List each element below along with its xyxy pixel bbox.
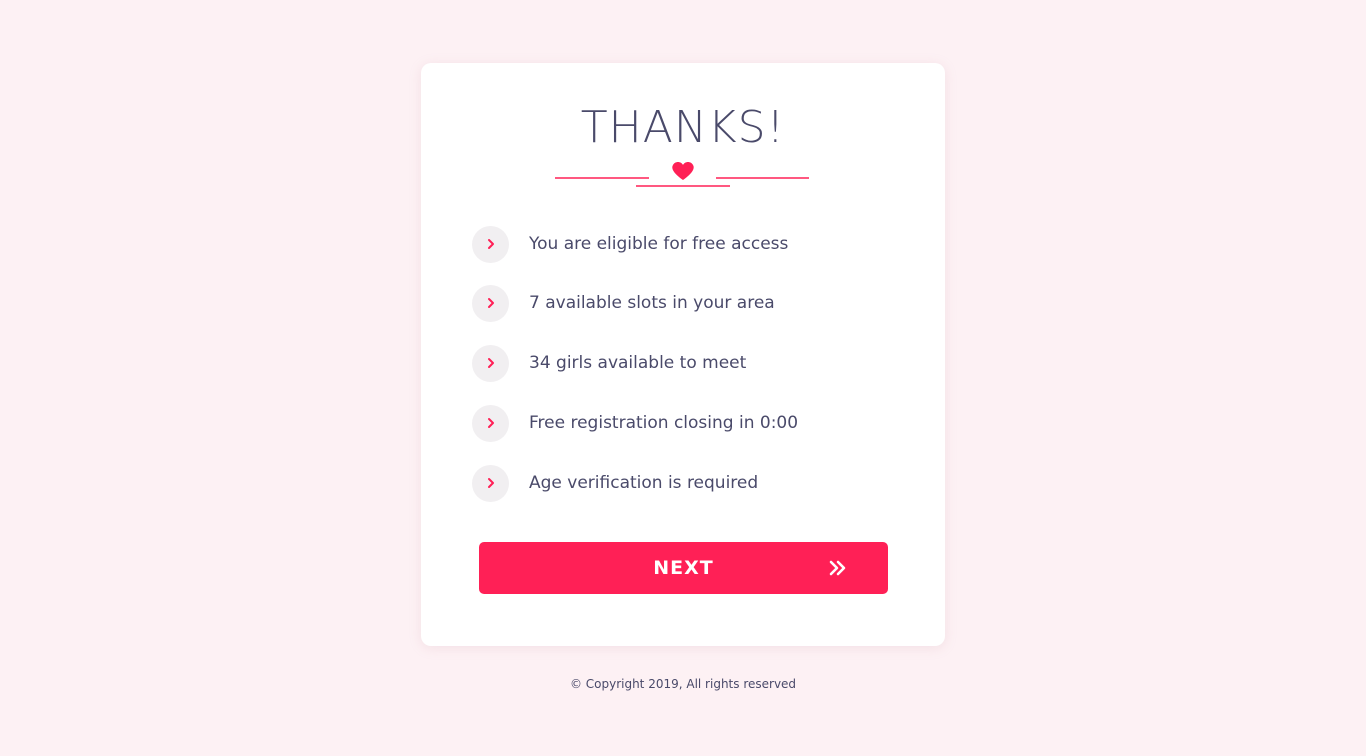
chevron-right-icon [472,464,509,502]
list-item-text: 34 girls available to meet [529,353,747,373]
list-item-text: Free registration closing in 0:00 [529,413,799,433]
page-title: THANKS! [580,102,786,153]
chevron-right-icon [472,225,509,263]
heart-icon [672,162,694,180]
list-item: You are eligible for free access [472,225,892,263]
double-chevron-right-icon [829,560,846,576]
list-item-text: 7 available slots in your area [529,293,775,313]
list-item: Age verification is required [472,464,892,502]
next-button[interactable]: NEXT [479,542,888,594]
heart-divider [555,162,809,187]
list-item: 34 girls available to meet [472,344,892,382]
chevron-right-icon [472,284,509,322]
chevron-right-icon [472,404,509,442]
list-item-text: Age verification is required [529,473,759,493]
list-item-text: You are eligible for free access [529,234,789,254]
next-button-label: NEXT [653,557,714,579]
chevron-right-icon [472,344,509,382]
list-item: Free registration closing in 0:00 [472,404,892,442]
copyright-text: © Copyright 2019, All rights reserved [569,677,797,691]
list-item: 7 available slots in your area [472,284,892,322]
